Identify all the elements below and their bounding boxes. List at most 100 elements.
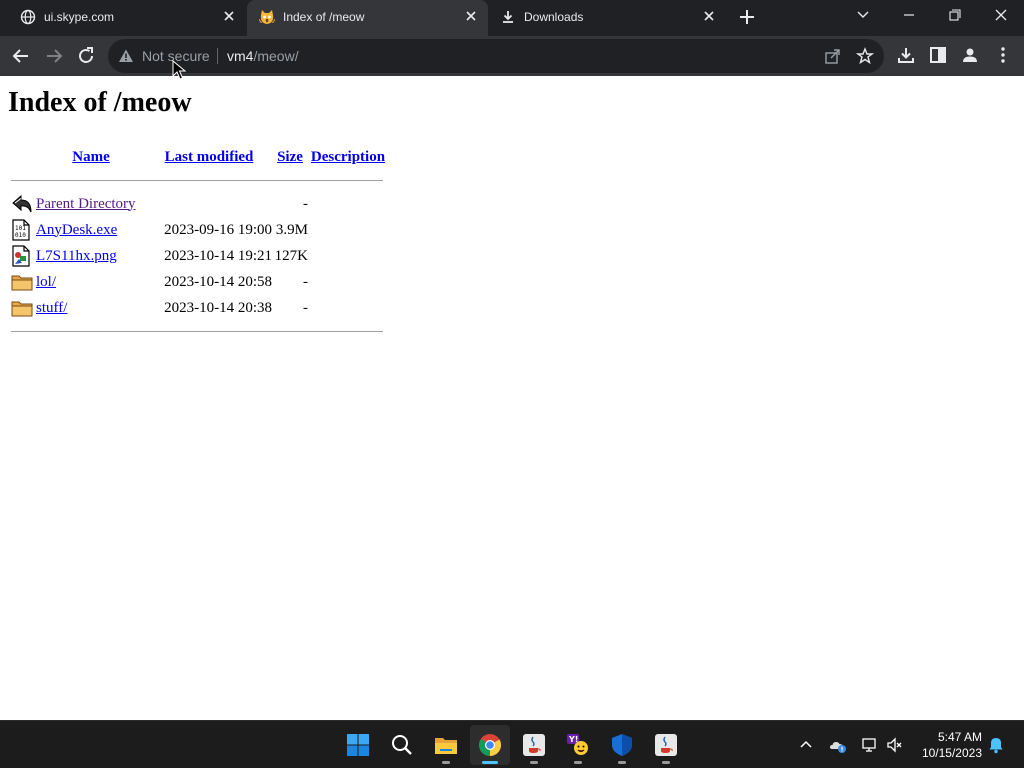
globe-icon xyxy=(20,9,36,25)
start-button[interactable] xyxy=(338,725,378,765)
url-text[interactable]: vm4/meow/ xyxy=(227,48,299,64)
icon-column-header xyxy=(8,144,36,170)
size-cell: - xyxy=(303,195,308,212)
forward-arrow-icon[interactable] xyxy=(42,44,66,68)
address-bar[interactable]: Not secure vm4/meow/ xyxy=(108,39,884,73)
taskbar-search-button[interactable] xyxy=(382,725,422,765)
icon-cell xyxy=(8,295,36,321)
description-cell xyxy=(308,191,388,217)
file-link[interactable]: Parent Directory xyxy=(36,196,136,212)
java-app-button[interactable] xyxy=(514,725,554,765)
yahoo-messenger-icon: Y! xyxy=(567,734,588,755)
clock-time[interactable]: 5:47 AM xyxy=(918,730,982,744)
running-indicator xyxy=(442,761,450,764)
running-indicator xyxy=(482,761,498,764)
size-cell: 127K xyxy=(274,247,308,264)
onedrive-icon[interactable] xyxy=(829,736,847,754)
divider xyxy=(11,331,383,332)
divider xyxy=(11,180,383,181)
tab-title: Downloads xyxy=(524,10,584,24)
windows-security-button[interactable] xyxy=(602,725,642,765)
file-explorer-button[interactable] xyxy=(426,725,466,765)
mouse-cursor-icon xyxy=(172,60,186,80)
description-cell xyxy=(308,295,388,321)
size-column-header: Size xyxy=(272,144,308,170)
page-content: Index of /meow Name Last modified Size D… xyxy=(0,76,1024,720)
footer-divider-row xyxy=(8,321,388,342)
tab-downloads[interactable]: Downloads xyxy=(488,0,726,33)
modified-cell: 2023-09-16 19:00 xyxy=(164,221,272,238)
clock-date[interactable]: 10/15/2023 xyxy=(910,746,982,760)
scream-cat-emoji-icon xyxy=(259,10,275,24)
size-cell: - xyxy=(303,299,308,316)
tab-search-chevron-icon[interactable] xyxy=(849,4,877,26)
side-panel-icon[interactable] xyxy=(928,45,948,65)
close-tab-icon[interactable] xyxy=(222,9,236,23)
new-tab-plus-icon[interactable] xyxy=(736,6,758,28)
description-cell xyxy=(308,243,388,269)
profile-icon[interactable] xyxy=(960,45,980,65)
address-separator xyxy=(217,48,218,64)
minimize-icon[interactable] xyxy=(895,4,923,26)
sort-by-name-link[interactable]: Name xyxy=(72,149,110,165)
show-hidden-icons-chevron-icon[interactable] xyxy=(797,736,815,754)
file-link[interactable]: AnyDesk.exe xyxy=(36,222,117,238)
back-arrow-icon[interactable] xyxy=(9,44,33,68)
binary-file-icon: 101010 xyxy=(12,219,30,241)
file-link[interactable]: lol/ xyxy=(36,274,56,290)
close-window-icon[interactable] xyxy=(987,4,1015,26)
header-divider-row xyxy=(8,170,388,191)
java-app-button-2[interactable] xyxy=(646,725,686,765)
reload-icon[interactable] xyxy=(74,44,98,68)
page-title: Index of /meow xyxy=(8,87,192,118)
directory-listing-table: Name Last modified Size Description Pare… xyxy=(8,144,388,342)
running-indicator xyxy=(530,761,538,764)
kebab-menu-icon[interactable] xyxy=(993,45,1013,65)
sort-by-description-link[interactable]: Description xyxy=(311,149,385,165)
svg-text:101: 101 xyxy=(15,225,26,232)
modified-cell: 2023-10-14 20:38 xyxy=(164,299,272,316)
start-icon xyxy=(347,734,369,756)
chrome-button[interactable] xyxy=(470,725,510,765)
warning-triangle-icon[interactable] xyxy=(118,48,134,64)
share-icon[interactable] xyxy=(824,47,842,65)
tab-index-of-meow[interactable]: Index of /meow xyxy=(247,0,488,36)
name-cell: L7S11hx.png xyxy=(36,243,146,269)
running-indicator xyxy=(574,761,582,764)
table-row: lol/ 2023-10-14 20:58 - xyxy=(8,269,388,295)
network-icon[interactable] xyxy=(861,736,879,754)
defender-icon xyxy=(612,734,632,756)
description-column-header: Description xyxy=(308,144,388,170)
volume-muted-icon[interactable] xyxy=(886,736,904,754)
size-cell: 3.9M xyxy=(275,221,308,238)
icon-cell xyxy=(8,243,36,269)
url-host: vm4 xyxy=(227,48,254,64)
downloads-icon[interactable] xyxy=(896,45,916,65)
name-cell: stuff/ xyxy=(36,295,146,321)
image-file-icon xyxy=(12,245,30,267)
close-tab-icon[interactable] xyxy=(702,9,716,23)
yahoo-messenger-button[interactable]: Y! xyxy=(558,725,598,765)
table-header-row: Name Last modified Size Description xyxy=(8,144,388,170)
sort-by-modified-link[interactable]: Last modified xyxy=(165,149,254,165)
table-row: stuff/ 2023-10-14 20:38 - xyxy=(8,295,388,321)
restore-icon[interactable] xyxy=(941,4,969,26)
file-link[interactable]: stuff/ xyxy=(36,300,67,316)
name-cell: AnyDesk.exe xyxy=(36,217,146,243)
file-link[interactable]: L7S11hx.png xyxy=(36,248,117,264)
notification-bell-icon[interactable] xyxy=(987,736,1005,754)
sort-by-size-link[interactable]: Size xyxy=(277,149,303,165)
tab-title: ui.skype.com xyxy=(44,10,115,24)
icon-cell: 101 010 xyxy=(8,217,36,243)
bookmark-star-icon[interactable] xyxy=(856,47,874,65)
browser-chrome: ui.skype.com Index of /meow Downloads No… xyxy=(0,0,1024,76)
running-indicator xyxy=(662,761,670,764)
java-icon xyxy=(523,734,545,756)
table-row: Parent Directory - xyxy=(8,191,388,217)
back-arrow-icon xyxy=(12,194,32,213)
name-cell: lol/ xyxy=(36,269,146,295)
close-tab-icon[interactable] xyxy=(464,9,478,23)
download-arrow-icon xyxy=(503,11,513,23)
tab-skype[interactable]: ui.skype.com xyxy=(8,0,246,33)
java-icon xyxy=(655,734,677,756)
